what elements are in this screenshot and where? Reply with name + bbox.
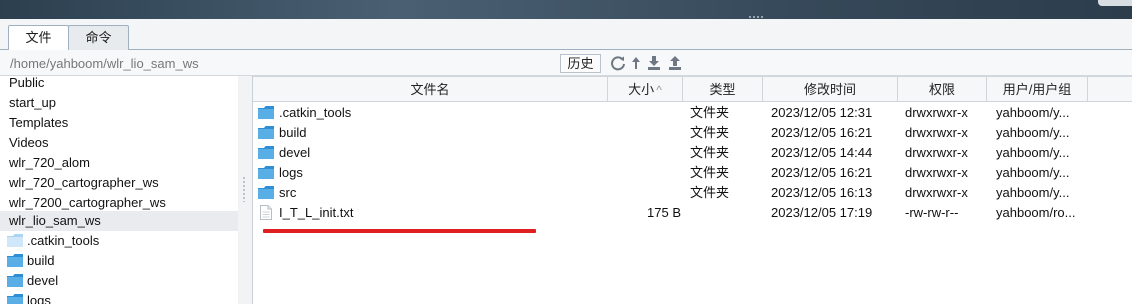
tree-item[interactable]: wlr_720_alom xyxy=(0,153,238,173)
file-permissions: drwxrwxr-x xyxy=(905,125,968,140)
file-type: 文件夹 xyxy=(690,165,730,180)
text-file-icon xyxy=(260,205,272,220)
file-mtime: 2023/12/05 16:13 xyxy=(771,185,873,200)
splitter-grip xyxy=(242,176,246,202)
refresh-icon[interactable] xyxy=(610,55,626,71)
tree-item[interactable]: start_up xyxy=(0,93,238,113)
table-row[interactable]: .catkin_tools 文件夹 2023/12/05 12:31 drwxr… xyxy=(253,103,1132,123)
column-header-size-label: 大小 xyxy=(628,82,655,97)
tree-subfolder[interactable]: .catkin_tools xyxy=(0,231,238,251)
file-type: 文件夹 xyxy=(690,125,730,140)
table-row[interactable]: devel 文件夹 2023/12/05 14:44 drwxrwxr-x ya… xyxy=(253,143,1132,163)
file-owner: yahboom/y... xyxy=(996,165,1070,180)
file-name: .catkin_tools xyxy=(279,105,352,120)
column-header-size[interactable]: 大小 ^ xyxy=(608,77,683,102)
window-top-bar xyxy=(0,0,1132,19)
folder-icon xyxy=(258,186,274,199)
file-list: 文件名 大小 ^ 类型 修改时间 权限 用户/用户组 .catkin_tools … xyxy=(252,76,1132,304)
column-header-type[interactable]: 类型 xyxy=(683,77,763,102)
tree-subfolder[interactable]: devel xyxy=(0,271,238,291)
file-name: devel xyxy=(279,145,311,160)
file-permissions: -rw-rw-r-- xyxy=(905,205,959,220)
path-bar: 历史 xyxy=(0,50,1132,76)
file-permissions: drwxrwxr-x xyxy=(905,185,968,200)
file-permissions: drwxrwxr-x xyxy=(905,165,968,180)
folder-icon xyxy=(7,274,23,287)
folder-icon xyxy=(7,234,23,247)
file-size xyxy=(609,143,683,163)
file-type: 文件夹 xyxy=(690,105,730,120)
pane-splitter[interactable] xyxy=(238,76,252,304)
file-mtime: 2023/12/05 14:44 xyxy=(771,145,873,160)
file-mtime: 2023/12/05 16:21 xyxy=(771,125,873,140)
table-row[interactable]: logs 文件夹 2023/12/05 16:21 drwxrwxr-x yah… xyxy=(253,163,1132,183)
file-mtime: 2023/12/05 17:19 xyxy=(771,205,873,220)
sort-ascending-icon: ^ xyxy=(656,83,662,97)
folder-icon xyxy=(7,254,23,267)
file-type xyxy=(690,203,760,223)
column-header-owner[interactable]: 用户/用户组 xyxy=(987,77,1088,102)
download-icon[interactable] xyxy=(646,55,662,71)
column-header-mtime[interactable]: 修改时间 xyxy=(763,77,898,102)
window-corner xyxy=(1098,0,1132,6)
file-mtime: 2023/12/05 16:21 xyxy=(771,165,873,180)
tab-commands[interactable]: 命令 xyxy=(68,25,129,50)
file-type: 文件夹 xyxy=(690,145,730,160)
tree-subfolder[interactable]: build xyxy=(0,251,238,271)
file-size xyxy=(609,103,683,123)
file-owner: yahboom/y... xyxy=(996,185,1070,200)
tab-strip: 文件 命令 xyxy=(0,19,1132,51)
folder-icon xyxy=(258,106,274,119)
file-permissions: drwxrwxr-x xyxy=(905,105,968,120)
file-name: build xyxy=(279,125,307,140)
folder-icon xyxy=(258,146,274,159)
folder-icon xyxy=(258,166,274,179)
up-arrow-icon[interactable] xyxy=(628,55,644,71)
file-mtime: 2023/12/05 12:31 xyxy=(771,105,873,120)
table-header: 文件名 大小 ^ 类型 修改时间 权限 用户/用户组 xyxy=(253,76,1132,102)
tree-item-selected[interactable]: wlr_lio_sam_ws xyxy=(0,211,238,231)
table-row[interactable]: src 文件夹 2023/12/05 16:13 drwxrwxr-x yahb… xyxy=(253,183,1132,203)
folder-label: .catkin_tools xyxy=(27,233,100,248)
file-name: I_T_L_init.txt xyxy=(279,205,354,220)
file-size xyxy=(609,183,683,203)
folder-icon xyxy=(7,294,23,304)
history-button[interactable]: 历史 xyxy=(560,54,601,73)
tab-files[interactable]: 文件 xyxy=(8,25,69,51)
folder-label: devel xyxy=(27,273,59,288)
column-header-name[interactable]: 文件名 xyxy=(253,77,608,102)
file-name: src xyxy=(279,185,297,200)
file-size xyxy=(609,163,683,183)
folder-icon xyxy=(258,126,274,139)
path-input[interactable] xyxy=(4,54,558,73)
file-permissions: drwxrwxr-x xyxy=(905,145,968,160)
file-owner: yahboom/ro... xyxy=(996,205,1076,220)
file-owner: yahboom/y... xyxy=(996,145,1070,160)
file-type: 文件夹 xyxy=(690,185,730,200)
tree-item[interactable]: Templates xyxy=(0,113,238,133)
tree-item[interactable]: Videos xyxy=(0,133,238,153)
table-row[interactable]: I_T_L_init.txt 175 B 2023/12/05 17:19 -r… xyxy=(253,203,1132,223)
tree-subfolder[interactable]: logs xyxy=(0,291,238,304)
file-owner: yahboom/y... xyxy=(996,125,1070,140)
file-owner: yahboom/y... xyxy=(996,105,1070,120)
table-row[interactable]: build 文件夹 2023/12/05 16:21 drwxrwxr-x ya… xyxy=(253,123,1132,143)
file-size: 175 B xyxy=(647,205,681,220)
tree-item[interactable]: Public xyxy=(0,76,238,93)
red-underline-annotation xyxy=(263,229,536,233)
directory-tree: Public start_up Templates Videos wlr_720… xyxy=(0,76,238,304)
folder-label: logs xyxy=(27,293,51,304)
file-name: logs xyxy=(279,165,303,180)
tree-item[interactable]: wlr_7200_cartographer_ws xyxy=(0,193,238,213)
upload-icon[interactable] xyxy=(667,55,683,71)
column-header-permissions[interactable]: 权限 xyxy=(898,77,987,102)
file-size xyxy=(609,123,683,143)
tree-item[interactable]: wlr_720_cartographer_ws xyxy=(0,173,238,193)
folder-label: build xyxy=(27,253,55,268)
